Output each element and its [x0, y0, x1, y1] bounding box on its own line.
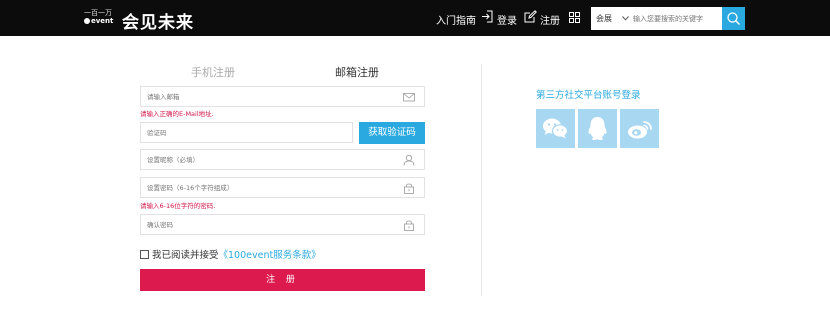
lock-icon	[404, 183, 414, 194]
verification-code-field	[140, 122, 377, 143]
social-login-title: 第三方社交平台账号登录	[536, 90, 641, 101]
email-error-message: 请输入正确的E-Mail地址.	[140, 110, 214, 118]
user-icon	[403, 154, 415, 166]
password-error-message: 请输入6-16位字符的密码.	[140, 202, 216, 210]
confirm-password-input[interactable]	[147, 219, 377, 231]
verification-code-input[interactable]	[147, 127, 377, 139]
edit-icon[interactable]	[524, 10, 537, 23]
logo-event: event	[84, 17, 113, 25]
nav-register-link[interactable]: 注册	[540, 12, 560, 27]
password-field	[140, 177, 425, 198]
top-header: 一百一万 event 会见未来 入门指南 登录 注册 会展	[0, 0, 830, 36]
logo-slogan: 会见未来	[122, 13, 194, 33]
terms-agreement: 我已阅读并接受《100event服务条款》	[140, 247, 321, 261]
password-input[interactable]	[147, 182, 377, 194]
tab-email-register[interactable]: 邮箱注册	[335, 64, 379, 80]
terms-label: 我已阅读并接受	[152, 250, 219, 261]
email-input[interactable]	[147, 91, 377, 103]
get-code-button[interactable]: 获取验证码	[359, 122, 425, 144]
nav-login-link[interactable]: 登录	[497, 12, 517, 27]
wechat-login-button[interactable]	[536, 109, 575, 148]
lock-icon	[404, 220, 414, 231]
register-submit-button[interactable]: 注 册	[140, 269, 425, 291]
search-icon	[727, 12, 740, 25]
chevron-down-icon[interactable]	[622, 16, 629, 21]
weibo-icon	[628, 121, 652, 139]
email-field	[140, 86, 425, 107]
search-button[interactable]	[722, 7, 745, 30]
qq-icon	[588, 117, 607, 140]
tab-phone-register[interactable]: 手机注册	[191, 64, 235, 80]
login-icon[interactable]	[481, 10, 493, 23]
column-divider	[481, 64, 482, 296]
site-logo[interactable]: 一百一万 event	[84, 9, 114, 29]
terms-link[interactable]: 《100event服务条款》	[219, 250, 321, 261]
nickname-input[interactable]	[147, 154, 377, 166]
weibo-login-button[interactable]	[620, 109, 659, 148]
search-category-select[interactable]: 会展	[596, 13, 612, 24]
wechat-icon	[543, 118, 569, 139]
nickname-field	[140, 149, 425, 170]
terms-checkbox[interactable]	[140, 250, 149, 259]
confirm-password-field	[140, 214, 425, 235]
qq-login-button[interactable]	[578, 109, 617, 148]
mail-icon	[403, 93, 415, 102]
grid-menu-icon[interactable]	[569, 12, 580, 23]
nav-guide-link[interactable]: 入门指南	[436, 12, 476, 27]
search-input[interactable]	[633, 10, 721, 27]
search-bar: 会展	[591, 7, 745, 30]
